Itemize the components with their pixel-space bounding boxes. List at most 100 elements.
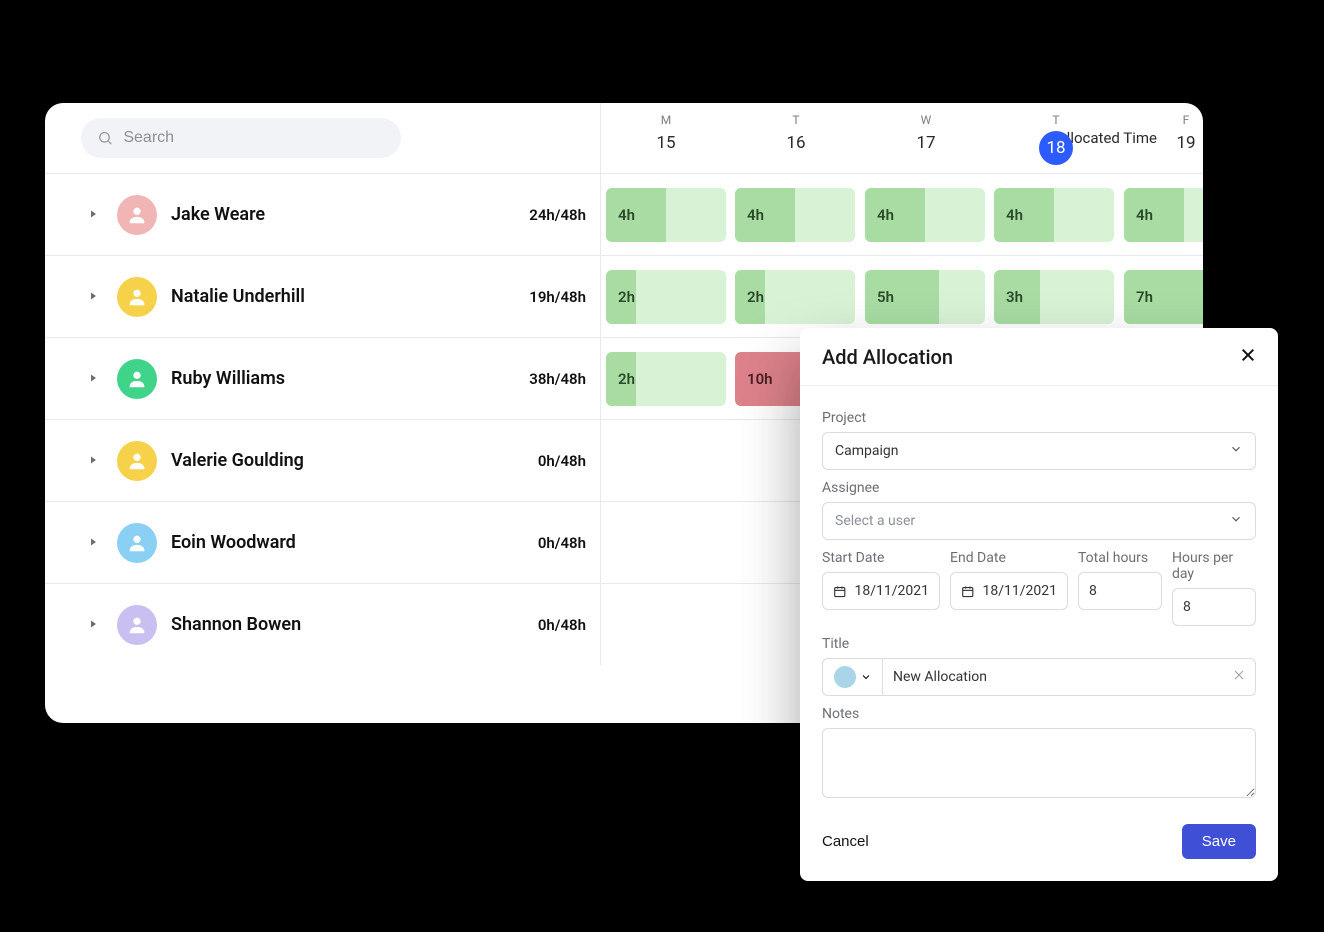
hours-per-day-label: Hours per day: [1172, 550, 1256, 582]
color-swatch: [834, 666, 856, 688]
day-column[interactable]: T18: [991, 113, 1121, 165]
search-icon: [97, 129, 113, 147]
calendar-icon: [961, 584, 975, 599]
dialog-header: Add Allocation: [800, 328, 1278, 386]
calendar-header: M 15T 16W 17T18F19: [600, 103, 1203, 179]
allocation-hours: 4h: [877, 206, 894, 224]
expand-caret-icon[interactable]: [87, 287, 99, 306]
allocated-time: 19h/48h: [529, 288, 586, 306]
clear-icon[interactable]: [1233, 669, 1245, 685]
allocation-cell[interactable]: 5h: [865, 270, 985, 324]
chevron-down-icon: [1229, 442, 1243, 460]
allocation-fill: [994, 188, 1054, 242]
allocation-cell[interactable]: 2h: [606, 352, 726, 406]
day-number: 17: [861, 133, 991, 153]
person-row-left: Shannon Bowen0h/48h: [45, 605, 600, 645]
person-name: Valerie Goulding: [171, 450, 304, 471]
day-number: 16: [731, 133, 861, 153]
allocated-time: 0h/48h: [538, 534, 586, 552]
assignee-select[interactable]: Select a user: [822, 502, 1256, 540]
title-value: New Allocation: [893, 669, 987, 685]
day-column[interactable]: W 17: [861, 113, 991, 153]
person-row-left: Natalie Underhill19h/48h: [45, 277, 600, 317]
expand-caret-icon[interactable]: [87, 615, 99, 634]
cancel-button[interactable]: Cancel: [822, 833, 869, 850]
day-number: 19: [1121, 133, 1203, 153]
allocated-time: 38h/48h: [529, 370, 586, 388]
allocated-time: 0h/48h: [538, 452, 586, 470]
project-select[interactable]: Campaign: [822, 432, 1256, 470]
allocated-time: 24h/48h: [529, 206, 586, 224]
notes-label: Notes: [822, 706, 1256, 722]
person-name: Eoin Woodward: [171, 532, 296, 553]
add-allocation-dialog: Add Allocation Project Campaign Assignee…: [800, 328, 1278, 881]
expand-caret-icon[interactable]: [87, 369, 99, 388]
avatar: [117, 195, 157, 235]
allocation-hours: 10h: [747, 370, 773, 388]
allocation-cell[interactable]: 7h: [1124, 270, 1203, 324]
allocation-cell[interactable]: 2h: [735, 270, 855, 324]
allocation-hours: 2h: [618, 370, 635, 388]
person-row-left: Valerie Goulding 0h/48h: [45, 441, 600, 481]
allocation-hours: 7h: [1136, 288, 1153, 306]
person-row-left: Ruby Williams38h/48h: [45, 359, 600, 399]
project-value: Campaign: [835, 443, 898, 459]
expand-caret-icon[interactable]: [87, 451, 99, 470]
allocation-hours: 4h: [618, 206, 635, 224]
allocation-cell[interactable]: 4h: [606, 188, 726, 242]
allocation-cell[interactable]: 4h: [994, 188, 1114, 242]
expand-caret-icon[interactable]: [87, 533, 99, 552]
end-date-value: 18/11/2021: [983, 583, 1058, 599]
day-column[interactable]: F19: [1121, 113, 1203, 153]
total-hours-input[interactable]: 8: [1078, 572, 1162, 610]
expand-caret-icon[interactable]: [87, 205, 99, 224]
save-button[interactable]: Save: [1182, 824, 1256, 859]
allocation-hours: 4h: [1136, 206, 1153, 224]
dialog-body: Project Campaign Assignee Select a user …: [800, 386, 1278, 806]
day-column[interactable]: T 16: [731, 113, 861, 153]
close-icon[interactable]: [1240, 344, 1256, 369]
search-input[interactable]: [123, 129, 385, 147]
day-column[interactable]: M 15: [601, 113, 731, 153]
allocated-time: 0h/48h: [538, 616, 586, 634]
avatar: [117, 605, 157, 645]
search-box[interactable]: [81, 118, 401, 158]
allocation-cell[interactable]: 4h: [865, 188, 985, 242]
start-date-value: 18/11/2021: [855, 583, 930, 599]
allocation-hours: 4h: [1006, 206, 1023, 224]
color-picker[interactable]: [822, 658, 882, 696]
title-label: Title: [822, 636, 1256, 652]
day-of-week: M: [601, 113, 731, 127]
allocation-hours: 2h: [747, 288, 764, 306]
dialog-title: Add Allocation: [822, 345, 953, 369]
avatar: [117, 359, 157, 399]
day-of-week: W: [861, 113, 991, 127]
allocation-hours: 4h: [747, 206, 764, 224]
assignee-label: Assignee: [822, 480, 1256, 496]
dialog-footer: Cancel Save: [800, 806, 1278, 881]
person-row-left: Eoin Woodward 0h/48h: [45, 523, 600, 563]
allocation-cell[interactable]: 2h: [606, 270, 726, 324]
chevron-down-icon: [860, 671, 872, 683]
avatar: [117, 277, 157, 317]
calendar-icon: [833, 584, 847, 599]
person-row: Jake Weare24h/48h4h4h4h4h4h: [45, 173, 1203, 255]
allocation-cell[interactable]: 4h: [1124, 188, 1203, 242]
avatar: [117, 441, 157, 481]
day-number: 15: [601, 133, 731, 153]
hours-per-day-input[interactable]: 8: [1172, 588, 1256, 626]
end-date-input[interactable]: 18/11/2021: [950, 572, 1068, 610]
allocation-cells: 4h 4h 4h 4h 4h: [600, 174, 1203, 255]
notes-textarea[interactable]: [822, 728, 1256, 798]
title-input[interactable]: New Allocation: [882, 658, 1256, 696]
allocation-fill: [606, 188, 666, 242]
start-date-input[interactable]: 18/11/2021: [822, 572, 940, 610]
total-hours-label: Total hours: [1078, 550, 1162, 566]
person-row: Natalie Underhill19h/48h 2h 2h 5h 3h 7h: [45, 255, 1203, 337]
allocation-hours: 2h: [618, 288, 635, 306]
day-of-week: T: [731, 113, 861, 127]
allocation-cell[interactable]: 3h: [994, 270, 1114, 324]
allocation-cell[interactable]: 4h: [735, 188, 855, 242]
allocation-hours: 3h: [1006, 288, 1023, 306]
allocation-fill: [865, 188, 925, 242]
